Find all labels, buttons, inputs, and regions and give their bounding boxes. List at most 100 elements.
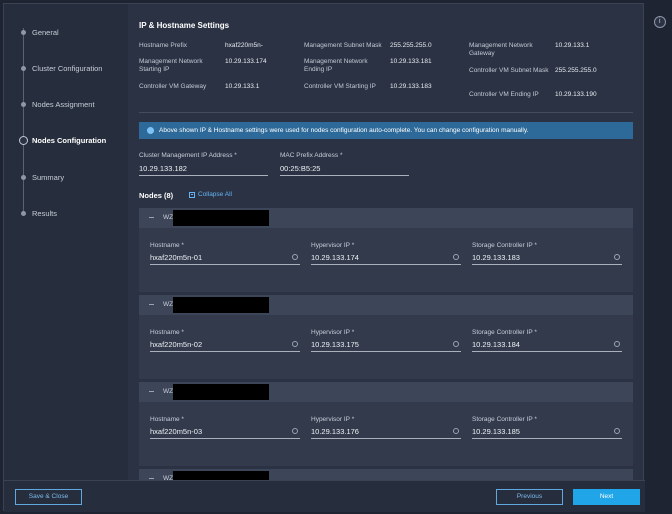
storage-ip-input[interactable]: 10.29.133.184 (472, 338, 622, 352)
step-general[interactable]: General (4, 25, 128, 41)
section-title: IP & Hostname Settings (139, 21, 230, 30)
info-circle-icon (614, 254, 620, 260)
node-serial: WZ (163, 301, 174, 308)
storage-ip-label: Storage Controller IP * (472, 329, 537, 336)
mac-prefix-input[interactable]: 00:25:B5:25 (280, 162, 409, 176)
wizard-sidebar: General Cluster Configuration Nodes Assi… (4, 4, 128, 480)
hostname-input[interactable]: hxaf220m5n-01 (150, 251, 300, 265)
hostname-value: hxaf220m5n-02 (150, 340, 203, 349)
nodes-title: Nodes (8) (139, 191, 174, 200)
step-label: General (32, 28, 59, 37)
info-circle-icon (292, 254, 298, 260)
node-header[interactable]: WZ (139, 382, 633, 402)
step-dot-active (19, 136, 28, 145)
info-icon (147, 127, 154, 134)
collapse-box-icon (189, 191, 195, 198)
hypervisor-ip-input[interactable]: 10.29.133.174 (311, 251, 461, 265)
setting-value: 10.29.133.1 (225, 83, 260, 90)
minus-icon[interactable] (149, 391, 154, 392)
hostname-value: hxaf220m5n-03 (150, 427, 203, 436)
hypervisor-ip-value: 10.29.133.175 (311, 340, 359, 349)
cluster-mgmt-ip-input[interactable]: 10.29.133.182 (139, 162, 268, 176)
previous-button[interactable]: Previous (496, 489, 563, 505)
wizard-footer: Save & Close Previous Next (4, 480, 645, 512)
setting-label: Hostname Prefix (139, 42, 188, 49)
step-cluster-configuration[interactable]: Cluster Configuration (4, 61, 128, 77)
hostname-label: Hostname * (150, 416, 184, 423)
hypervisor-ip-input[interactable]: 10.29.133.175 (311, 338, 461, 352)
node-card: WZ (139, 469, 633, 480)
step-label: Nodes Assignment (32, 100, 95, 109)
node-card: WZ Hostname * hxaf220m5n-02 Hypervisor I… (139, 295, 633, 379)
hostname-label: Hostname * (150, 329, 184, 336)
setting-label: Management Network Starting IP (139, 58, 203, 73)
step-dot (21, 175, 26, 180)
hostname-input[interactable]: hxaf220m5n-03 (150, 425, 300, 439)
wizard-frame: General Cluster Configuration Nodes Assi… (3, 3, 645, 512)
info-circle-icon (614, 428, 620, 434)
setting-value: 10.29.133.181 (390, 58, 432, 65)
storage-ip-value: 10.29.133.184 (472, 340, 520, 349)
info-banner: Above shown IP & Hostname settings were … (139, 122, 633, 139)
hypervisor-ip-input[interactable]: 10.29.133.176 (311, 425, 461, 439)
node-serial: WZ (163, 214, 174, 221)
setting-label: Management Network Gateway (469, 42, 533, 57)
hostname-value: hxaf220m5n-01 (150, 253, 203, 262)
minus-icon[interactable] (149, 304, 154, 305)
step-label: Summary (32, 173, 65, 182)
storage-ip-label: Storage Controller IP * (472, 416, 537, 423)
setting-value: 10.29.133.190 (555, 91, 597, 98)
step-results[interactable]: Results (4, 206, 128, 222)
hypervisor-ip-label: Hypervisor IP * (311, 416, 355, 423)
next-button[interactable]: Next (573, 489, 640, 505)
info-circle-icon (292, 428, 298, 434)
minus-icon[interactable] (149, 478, 154, 479)
step-nodes-assignment[interactable]: Nodes Assignment (4, 97, 128, 113)
banner-text: Above shown IP & Hostname settings were … (159, 127, 529, 134)
step-label: Results (32, 209, 58, 218)
info-circle-icon (614, 341, 620, 347)
step-label: Nodes Configuration (32, 136, 107, 145)
redacted-serial (173, 297, 269, 313)
node-serial: WZ (163, 388, 174, 395)
hypervisor-ip-label: Hypervisor IP * (311, 329, 355, 336)
node-card: WZ Hostname * hxaf220m5n-01 Hypervisor I… (139, 208, 633, 292)
setting-value: hxaf220m5n- (225, 42, 263, 49)
node-card: WZ Hostname * hxaf220m5n-03 Hypervisor I… (139, 382, 633, 466)
section-divider (139, 112, 633, 113)
step-dot (21, 30, 26, 35)
setting-label: Controller VM Subnet Mask (469, 67, 549, 74)
node-header[interactable]: WZ (139, 469, 633, 480)
save-close-button[interactable]: Save & Close (15, 489, 82, 505)
hypervisor-ip-value: 10.29.133.176 (311, 427, 359, 436)
storage-ip-input[interactable]: 10.29.133.183 (472, 251, 622, 265)
cluster-mgmt-ip-label: Cluster Management IP Address * (139, 152, 237, 159)
storage-ip-value: 10.29.133.183 (472, 253, 520, 262)
info-circle-icon (453, 254, 459, 260)
hostname-input[interactable]: hxaf220m5n-02 (150, 338, 300, 352)
setting-value: 10.29.133.174 (225, 58, 267, 65)
step-summary[interactable]: Summary (4, 170, 128, 186)
redacted-serial (173, 471, 269, 480)
info-circle-icon (453, 428, 459, 434)
step-nodes-configuration[interactable]: Nodes Configuration (4, 133, 128, 149)
info-icon[interactable]: i (654, 16, 666, 28)
redacted-serial (173, 384, 269, 400)
setting-value: 255.255.255.0 (390, 42, 432, 49)
storage-ip-input[interactable]: 10.29.133.185 (472, 425, 622, 439)
step-dot (21, 102, 26, 107)
setting-label: Controller VM Gateway (139, 83, 207, 90)
collapse-all-label: Collapse All (198, 191, 232, 198)
storage-ip-label: Storage Controller IP * (472, 242, 537, 249)
node-header[interactable]: WZ (139, 208, 633, 228)
hypervisor-ip-label: Hypervisor IP * (311, 242, 355, 249)
setting-label: Controller VM Ending IP (469, 91, 539, 98)
redacted-serial (173, 210, 269, 226)
hostname-label: Hostname * (150, 242, 184, 249)
setting-value: 10.29.133.1 (555, 42, 590, 49)
node-header[interactable]: WZ (139, 295, 633, 315)
collapse-all-button[interactable]: Collapse All (189, 191, 232, 198)
mac-prefix-label: MAC Prefix Address * (280, 152, 343, 159)
storage-ip-value: 10.29.133.185 (472, 427, 520, 436)
minus-icon[interactable] (149, 217, 154, 218)
